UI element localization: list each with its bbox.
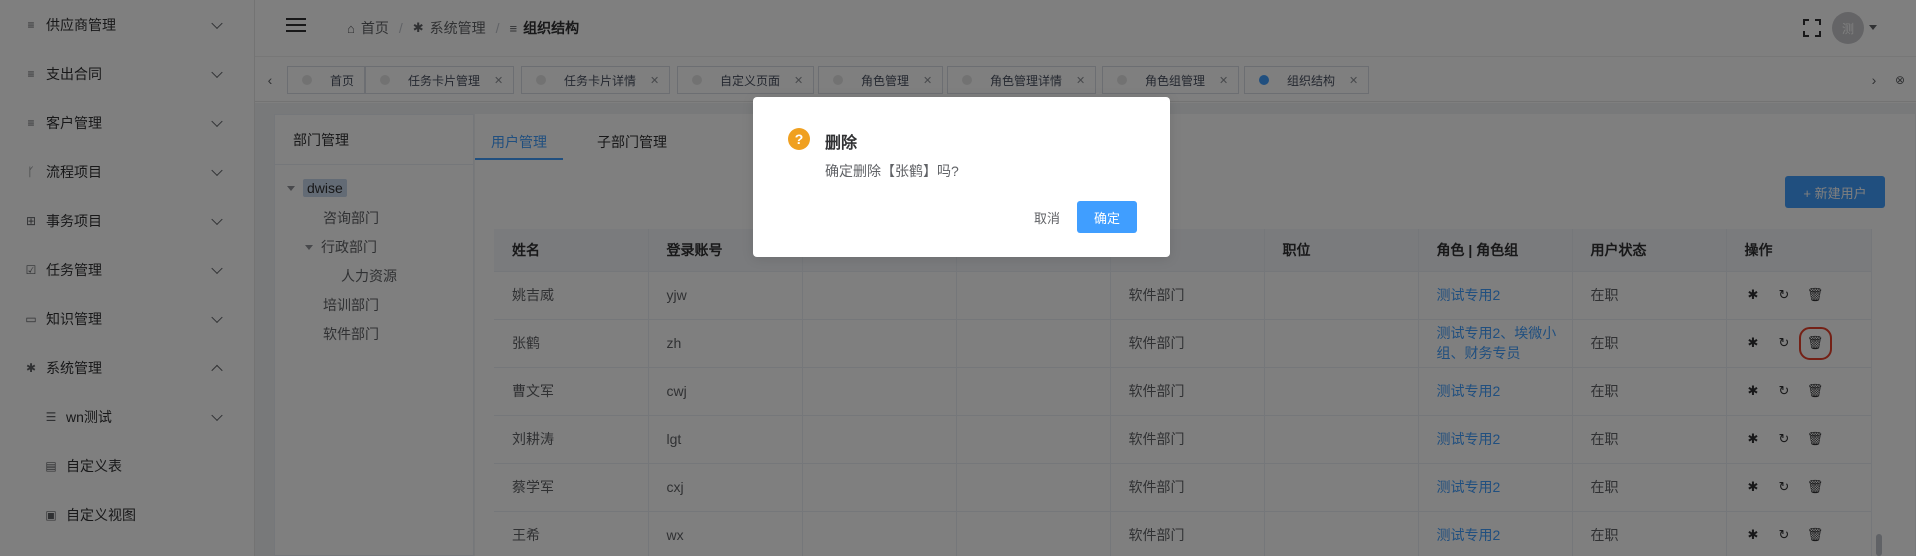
modal-overlay[interactable]	[0, 0, 1916, 556]
app-root: ≡ 供应商管理 ≡ 支出合同 ≡ 客户管理 ᚴ 流程项目 ⊞ 事务项目 ☑ 任务…	[0, 0, 1916, 556]
dialog-title: 删除	[825, 135, 858, 152]
dialog-message: 确定删除【张鹤】吗?	[825, 163, 959, 179]
cancel-button[interactable]: 取消	[1019, 201, 1075, 233]
question-icon: ?	[788, 128, 810, 150]
confirm-button[interactable]: 确定	[1077, 201, 1137, 233]
confirm-dialog: ? 删除 确定删除【张鹤】吗? 取消 确定	[753, 97, 1170, 257]
